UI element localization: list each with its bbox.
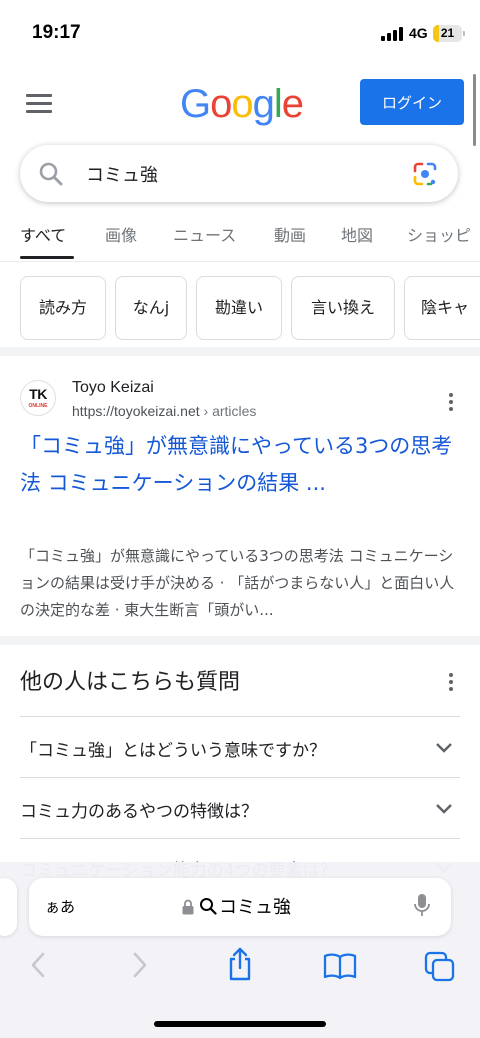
cellular-signal-icon: [381, 27, 405, 41]
chevron-down-icon[interactable]: [435, 742, 453, 754]
battery-tip: [463, 31, 465, 36]
home-indicator[interactable]: [154, 1021, 326, 1027]
paa-question[interactable]: コミュ力のあるやつの特徴は？: [20, 797, 258, 822]
chip-reading[interactable]: 読み方: [20, 276, 106, 340]
battery-level: 21: [440, 26, 455, 40]
search-tabs: すべて 画像 ニュース 動画 地図 ショッピ: [0, 212, 480, 262]
lock-icon: [182, 899, 194, 915]
search-icon: [200, 898, 217, 915]
result-snippet: 「コミュ強」が無意識にやっている3つの思考法 コミュニケーションの結果は受け手が…: [20, 547, 455, 619]
paa-divider: [20, 716, 460, 717]
address-bar[interactable]: ぁあ コミュ強: [29, 878, 451, 936]
bookmarks-icon[interactable]: [323, 952, 357, 980]
section-separator: [0, 347, 480, 356]
logo-letter: o: [210, 82, 232, 126]
chip-inkya[interactable]: 陰キャ: [404, 276, 480, 340]
site-url-path: › articles: [199, 403, 257, 419]
site-url-domain: https://toyokeizai.net: [72, 403, 200, 419]
paa-divider: [20, 777, 460, 778]
paa-question[interactable]: 「コミュ強」とはどういう意味ですか？: [20, 736, 326, 761]
tab-shopping[interactable]: ショッピ: [407, 222, 471, 246]
logo-letter: G: [180, 82, 211, 126]
google-logo: Google: [180, 80, 304, 128]
site-name[interactable]: Toyo Keizai: [72, 379, 154, 397]
section-separator: [0, 636, 480, 645]
active-tab-indicator: [20, 256, 74, 259]
tabs-icon[interactable]: [424, 951, 456, 983]
battery-icon: 21: [433, 25, 462, 42]
paa-divider: [20, 838, 460, 839]
result-more-options-icon[interactable]: [449, 393, 453, 411]
address-text[interactable]: コミュ強: [219, 893, 291, 919]
favicon-text: TK: [29, 386, 47, 402]
chevron-down-icon[interactable]: [435, 803, 453, 815]
status-bar: 19:17 4G 21: [0, 0, 480, 64]
chip-paraphrase[interactable]: 言い換え: [291, 276, 395, 340]
forward-icon[interactable]: [130, 950, 150, 980]
tab-all[interactable]: すべて: [20, 222, 66, 246]
tab-maps[interactable]: 地図: [341, 222, 373, 246]
site-favicon[interactable]: TK ONLINE: [20, 380, 56, 416]
logo-letter: o: [231, 82, 253, 126]
microphone-icon[interactable]: [413, 893, 431, 919]
network-type: 4G: [409, 25, 428, 41]
google-lens-icon[interactable]: [411, 160, 439, 188]
previous-tab-peek[interactable]: [0, 878, 17, 936]
tab-news[interactable]: ニュース: [173, 222, 236, 246]
people-also-ask-title: 他の人はこちらも質問: [20, 670, 241, 695]
tab-images[interactable]: 画像: [105, 222, 137, 246]
site-url[interactable]: https://toyokeizai.net › articles: [72, 403, 256, 419]
login-button[interactable]: ログイン: [360, 79, 464, 125]
chip-nanj[interactable]: なんj: [115, 276, 187, 340]
hamburger-menu-icon[interactable]: [26, 94, 52, 114]
search-icon[interactable]: [38, 161, 64, 187]
back-icon[interactable]: [28, 950, 48, 980]
search-box[interactable]: コミュ強: [20, 145, 458, 202]
scrollbar-thumb[interactable]: [473, 74, 476, 146]
tabs-divider: [0, 261, 480, 262]
status-time: 19:17: [32, 22, 81, 43]
logo-letter: l: [273, 82, 283, 126]
chip-misunderstanding[interactable]: 勘違い: [196, 276, 282, 340]
text-size-button[interactable]: ぁあ: [45, 896, 75, 917]
logo-letter: e: [281, 82, 304, 126]
share-icon[interactable]: [226, 946, 254, 982]
paa-more-options-icon[interactable]: [449, 673, 453, 691]
result-title-link[interactable]: 「コミュ強」が無意識にやっている3つの思考法 コミュニケーションの結果 ...: [20, 428, 460, 502]
logo-letter: g: [252, 82, 275, 126]
search-query[interactable]: コミュ強: [86, 161, 158, 187]
browser-toolbar: ぁあ コミュ強: [0, 862, 480, 1038]
tab-videos[interactable]: 動画: [274, 222, 306, 246]
related-chips: 読み方 なんj 勘違い 言い換え 陰キャ: [0, 276, 480, 340]
favicon-subtext: ONLINE: [28, 403, 48, 409]
